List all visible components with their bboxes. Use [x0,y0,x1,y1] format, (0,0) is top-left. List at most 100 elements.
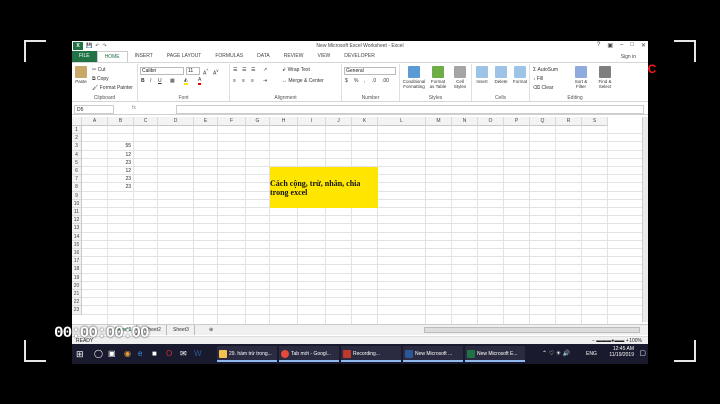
tab-formulas[interactable]: FORMULAS [208,51,250,62]
row-header[interactable]: 13 [72,224,82,233]
tab-developer[interactable]: DEVELOPER [337,51,382,62]
tab-file[interactable]: FILE [72,51,97,62]
cell-styles-button[interactable]: Cell Styles [450,66,470,89]
row-header[interactable]: 6 [72,167,82,176]
copy-button[interactable]: ⧉ Copy [92,76,109,82]
opera-icon[interactable]: O [166,346,172,362]
grow-font-icon[interactable]: A^ [203,68,208,77]
tab-page-layout[interactable]: PAGE LAYOUT [160,51,209,62]
horizontal-scrollbar[interactable] [424,327,640,333]
tab-home[interactable]: HOME [96,51,128,62]
row-header[interactable]: 5 [72,158,82,167]
align-right-icon[interactable]: ≡ [251,78,254,84]
row-header[interactable]: 23 [72,306,82,315]
column-header[interactable]: P [504,117,530,126]
cell-value[interactable]: 23 [108,159,131,167]
autosum-button[interactable]: Σ AutoSum [533,67,558,73]
cell-value[interactable]: 55 [108,142,131,150]
taskbar-app-word[interactable]: New Microsoft ... [403,346,463,362]
windows-start-icon[interactable]: ⊞ [76,346,84,362]
row-header[interactable]: 19 [72,273,82,282]
taskbar-app-excel[interactable]: New Microsoft E... [465,346,525,362]
column-header[interactable]: O [478,117,504,126]
align-bottom-icon[interactable]: ☰ [251,67,255,73]
language-indicator[interactable]: ENG [586,346,597,362]
cell-value[interactable]: 12 [108,167,131,175]
tab-review[interactable]: REVIEW [277,51,311,62]
cell-value[interactable]: 23 [108,183,131,191]
formula-input[interactable] [176,105,644,114]
column-header[interactable]: N [452,117,478,126]
cell-value[interactable]: 12 [108,151,131,159]
format-as-table-button[interactable]: Format as Table [428,66,448,89]
row-header[interactable]: 21 [72,290,82,299]
column-header[interactable]: I [298,117,326,126]
tab-insert[interactable]: INSERT [128,51,160,62]
column-header[interactable]: L [378,117,426,126]
chrome-icon[interactable]: ◉ [124,346,131,362]
paste-button[interactable]: Paste [74,66,88,84]
minimize-button[interactable]: – [620,42,623,49]
word-icon[interactable]: W [194,346,202,362]
column-header[interactable]: B [108,117,134,126]
maximize-button[interactable]: □ [630,42,634,49]
highlighted-title-cell[interactable]: Cách cộng, trừ, nhân, chia trong excel [270,167,378,208]
column-header[interactable]: Q [530,117,556,126]
tab-data[interactable]: DATA [250,51,277,62]
font-color-icon[interactable]: A [198,77,202,85]
row-header[interactable]: 1 [72,126,82,135]
format-cells-button[interactable]: Format [511,66,529,84]
taskbar-app-chrome[interactable]: Tab mới - Googl... [279,346,339,362]
borders-icon[interactable]: ▦ [170,78,175,84]
mail-icon[interactable]: ✉ [180,346,187,362]
column-header[interactable]: J [326,117,352,126]
row-header[interactable]: 17 [72,257,82,266]
align-center-icon[interactable]: ≡ [242,78,245,84]
new-sheet-icon[interactable]: ⊕ [204,325,218,335]
taskbar-app-file-explorer[interactable]: 29. hàm trừ trong... [217,346,277,362]
row-header[interactable]: 18 [72,265,82,274]
row-header[interactable]: 14 [72,232,82,241]
sign-in-link[interactable]: Sign in [621,54,636,60]
cell-value[interactable]: 23 [108,175,131,183]
font-size-select[interactable]: 11 [186,67,200,75]
row-header[interactable]: 15 [72,240,82,249]
merge-center-button[interactable]: ↔ Merge & Center [282,78,324,84]
fill-color-icon[interactable]: ◭ [184,77,188,85]
clock[interactable]: 12:45 AM 11/19/2019 [609,346,634,358]
store-icon[interactable]: ■ [152,346,157,362]
row-header[interactable]: 10 [72,199,82,208]
decimal-increase-icon[interactable]: .0 [372,78,376,84]
currency-button[interactable]: $ [345,78,348,84]
shrink-font-icon[interactable]: Av [213,68,218,77]
font-name-select[interactable]: Calibri [140,67,184,75]
column-header[interactable]: F [218,117,246,126]
percent-button[interactable]: % [354,78,358,84]
row-header[interactable]: 4 [72,150,82,159]
vertical-scrollbar[interactable] [642,117,648,322]
bold-button[interactable]: B [141,78,145,84]
sort-filter-button[interactable]: Sort & Filter [570,66,592,89]
cut-button[interactable]: ✂ Cut [92,67,105,73]
search-icon[interactable]: ◯ [94,346,103,362]
notification-icon[interactable]: ▢ [639,346,646,362]
column-header[interactable]: H [270,117,298,126]
row-header[interactable]: 12 [72,216,82,225]
decimal-decrease-icon[interactable]: .00 [382,78,389,84]
align-left-icon[interactable]: ≡ [233,78,236,84]
tab-view[interactable]: VIEW [310,51,337,62]
clear-button[interactable]: ⌫ Clear [533,85,553,91]
format-painter-button[interactable]: 🖌 Format Painter [92,85,133,91]
conditional-formatting-button[interactable]: Conditional Formatting [401,66,427,89]
find-select-button[interactable]: Find & Select [593,66,617,89]
row-header[interactable]: 22 [72,298,82,307]
column-header[interactable]: R [556,117,582,126]
delete-cells-button[interactable]: Delete [492,66,510,84]
column-header[interactable]: A [82,117,108,126]
row-header[interactable]: 7 [72,175,82,184]
wrap-text-button[interactable]: ↲ Wrap Text [282,67,310,73]
system-tray-icons[interactable]: ⌃ ♡ ☀ 🔊 [542,346,570,362]
row-header[interactable]: 20 [72,281,82,290]
align-middle-icon[interactable]: ☰ [242,67,246,73]
close-button[interactable]: ✕ [641,42,646,49]
